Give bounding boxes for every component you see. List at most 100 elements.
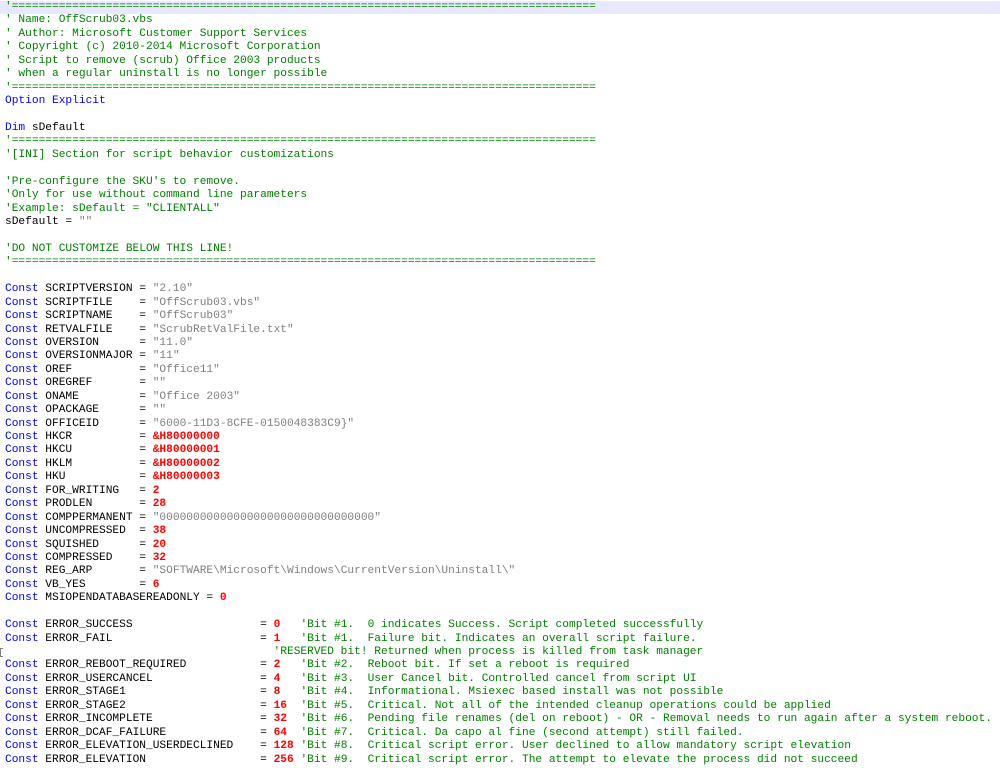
code-token-string: "11": [152, 350, 180, 363]
code-line[interactable]: Const HKCR = &H80000000: [0, 431, 1000, 444]
code-token-plain: HKLM =: [38, 457, 153, 470]
code-line[interactable]: [0, 270, 1000, 283]
code-token-keyword: Const: [5, 592, 39, 605]
code-token-comment: '=======================================…: [5, 1, 596, 13]
code-token-plain: OFFICEID =: [38, 417, 153, 430]
code-token-keyword: Const: [5, 498, 39, 511]
code-line[interactable]: Const OPACKAGE = "": [0, 404, 1000, 417]
code-token-number: 32: [152, 551, 167, 564]
code-token-comment: 'Pre-configure the SKU's to remove.: [5, 175, 240, 188]
code-token-comment: '=======================================…: [5, 256, 596, 269]
code-line[interactable]: Const UNCOMPRESSED = 38: [0, 525, 1000, 538]
code-token-number: &H80000001: [152, 444, 220, 457]
code-line[interactable]: Const ERROR_INCOMPLETE = 32 'Bit #6. Pen…: [0, 713, 1000, 726]
code-line[interactable]: Const ERROR_ELEVATION_USERDECLINED = 128…: [0, 740, 1000, 753]
code-line[interactable]: Const SQUISHED = 20: [0, 539, 1000, 552]
code-line[interactable]: Const SCRIPTNAME = "OffScrub03": [0, 310, 1000, 323]
code-line[interactable]: Dim sDefault: [0, 122, 1000, 135]
code-line[interactable]: 'RESERVED bit! Returned when process is …: [0, 646, 1000, 659]
code-line[interactable]: Const ERROR_USERCANCEL = 4 'Bit #3. User…: [0, 673, 1000, 686]
code-token-plain: SCRIPTNAME =: [38, 310, 153, 323]
code-line[interactable]: 'Only for use without command line param…: [0, 189, 1000, 202]
code-line[interactable]: ' Script to remove (scrub) Office 2003 p…: [0, 55, 1000, 68]
code-line[interactable]: Const OVERSIONMAJOR = "11": [0, 350, 1000, 363]
code-line[interactable]: Const ERROR_ELEVATION = 256 'Bit #9. Cri…: [0, 754, 1000, 767]
code-line[interactable]: Const HKCU = &H80000001: [0, 444, 1000, 457]
code-line[interactable]: Const FOR_WRITING = 2: [0, 485, 1000, 498]
code-token-number: &H80000000: [152, 431, 220, 443]
code-line[interactable]: Const VB_YES = 6: [0, 579, 1000, 592]
code-line[interactable]: Const ERROR_REBOOT_REQUIRED = 2 'Bit #2.…: [0, 659, 1000, 672]
code-token-comment: ' when a regular uninstall is no longer …: [5, 68, 328, 81]
code-line[interactable]: Const ERROR_SUCCESS = 0 'Bit #1. 0 indic…: [0, 619, 1000, 632]
code-token-plain: ONAME =: [38, 390, 153, 403]
code-line[interactable]: ' Author: Microsoft Customer Support Ser…: [0, 28, 1000, 41]
code-token-plain: ERROR_DCAF_FAILURE =: [38, 726, 274, 739]
code-line[interactable]: 'Pre-configure the SKU's to remove.: [0, 176, 1000, 189]
code-line[interactable]: Const OFFICEID = "6000-11D3-8CFE-0150048…: [0, 418, 1000, 431]
code-line[interactable]: [0, 606, 1000, 619]
code-line[interactable]: '=======================================…: [0, 256, 1000, 269]
code-line[interactable]: sDefault = "": [0, 216, 1000, 229]
code-token-comment: 'Bit #1. Failure bit. Indicates an overa…: [300, 632, 697, 645]
code-editor[interactable]: '=======================================…: [0, 0, 1000, 768]
code-line[interactable]: '=======================================…: [0, 1, 1000, 15]
code-line[interactable]: Const COMPPERMANENT = "00000000000000000…: [0, 512, 1000, 525]
code-line[interactable]: Const MSIOPENDATABASEREADONLY = 0: [0, 592, 1000, 605]
code-line[interactable]: Const ERROR_STAGE2 = 16 'Bit #5. Critica…: [0, 700, 1000, 713]
code-token-keyword: Const: [5, 538, 39, 551]
code-line[interactable]: Const HKLM = &H80000002: [0, 458, 1000, 471]
code-token-string: "OffScrub03": [152, 310, 234, 323]
code-token-plain: HKCR =: [38, 431, 153, 443]
code-token-comment: 'Bit #6. Pending file renames (del on re…: [300, 713, 992, 726]
code-line[interactable]: Const REG_ARP = "SOFTWARE\Microsoft\Wind…: [0, 565, 1000, 578]
code-line[interactable]: [0, 229, 1000, 242]
code-line[interactable]: Const OVERSION = "11.0": [0, 337, 1000, 350]
code-line[interactable]: Const OREGREF = "": [0, 377, 1000, 390]
code-token-keyword: Const: [5, 699, 39, 712]
code-line[interactable]: Option Explicit: [0, 95, 1000, 108]
code-token-keyword: Const: [5, 740, 39, 753]
code-token-keyword: Const: [5, 713, 39, 726]
code-token-plain: ERROR_REBOOT_REQUIRED =: [38, 659, 274, 672]
code-line[interactable]: '=======================================…: [0, 135, 1000, 148]
code-line[interactable]: [0, 109, 1000, 122]
code-token-plain: VB_YES =: [38, 578, 153, 591]
code-token-keyword: Const: [5, 551, 39, 564]
code-line[interactable]: Const HKU = &H80000003: [0, 471, 1000, 484]
code-token-plain: HKU =: [38, 471, 153, 484]
code-line[interactable]: Const ERROR_DCAF_FAILURE = 64 'Bit #7. C…: [0, 727, 1000, 740]
code-line[interactable]: 'Example: sDefault = "CLIENTALL": [0, 203, 1000, 216]
code-line[interactable]: Const COMPRESSED = 32: [0, 552, 1000, 565]
code-line[interactable]: Const ERROR_FAIL = 1 'Bit #1. Failure bi…: [0, 633, 1000, 646]
code-token-comment: 'RESERVED bit! Returned when process is …: [273, 646, 704, 658]
code-token-number: &H80000002: [152, 457, 220, 470]
code-token-keyword: Const: [5, 363, 39, 376]
code-token-comment: '=======================================…: [5, 135, 596, 148]
code-line[interactable]: Const SCRIPTFILE = "OffScrub03.vbs": [0, 297, 1000, 310]
code-line[interactable]: Const RETVALFILE = "ScrubRetValFile.txt": [0, 324, 1000, 337]
code-line[interactable]: '=======================================…: [0, 82, 1000, 95]
code-line[interactable]: 'DO NOT CUSTOMIZE BELOW THIS LINE!: [0, 243, 1000, 256]
code-line[interactable]: [0, 162, 1000, 175]
code-line[interactable]: Const ERROR_STAGE1 = 8 'Bit #4. Informat…: [0, 686, 1000, 699]
code-line[interactable]: Const PRODLEN = 28: [0, 498, 1000, 511]
code-line[interactable]: ' Copyright (c) 2010-2014 Microsoft Corp…: [0, 41, 1000, 54]
code-line[interactable]: '[INI] Section for script behavior custo…: [0, 149, 1000, 162]
code-token-string: "00000000000000000000000000000000": [152, 511, 381, 524]
code-line[interactable]: ' Name: OffScrub03.vbs: [0, 14, 1000, 27]
code-line[interactable]: Const ONAME = "Office 2003": [0, 391, 1000, 404]
code-token-comment: 'Bit #4. Informational. Msiexec based in…: [300, 686, 724, 699]
code-token-comment: 'DO NOT CUSTOMIZE BELOW THIS LINE!: [5, 242, 234, 255]
code-token-keyword: Const: [5, 619, 39, 632]
code-token-plain: sDefault: [25, 121, 86, 134]
code-token-comment: ' Name: OffScrub03.vbs: [5, 14, 153, 27]
code-line[interactable]: ' when a regular uninstall is no longer …: [0, 68, 1000, 81]
code-line[interactable]: Const SCRIPTVERSION = "2.10": [0, 283, 1000, 296]
code-token-number: 32: [273, 713, 287, 726]
code-token-keyword: Const: [5, 417, 39, 430]
code-token-plain: UNCOMPRESSED =: [38, 525, 153, 538]
code-line[interactable]: Const OREF = "Office11": [0, 364, 1000, 377]
code-token-plain: OREF =: [38, 363, 153, 376]
